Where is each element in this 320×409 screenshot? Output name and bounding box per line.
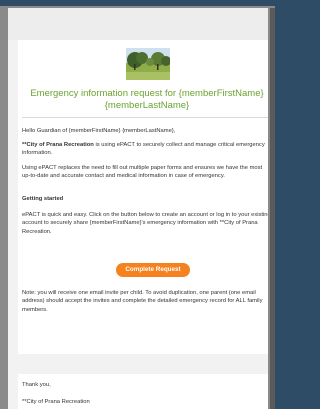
email-top-band (8, 8, 268, 40)
email-card: Emergency information request for {membe… (18, 40, 268, 409)
paragraph-forms: Using ePACT replaces the need to fill ou… (22, 165, 264, 180)
email-frame: Emergency information request for {membe… (0, 6, 275, 409)
hero-image (126, 48, 170, 80)
divider (22, 117, 268, 118)
org-name: **City of Prana Recreation (22, 142, 94, 148)
complete-request-button[interactable]: Complete Request (116, 263, 190, 277)
getting-started-heading: Getting started (22, 196, 64, 202)
greeting-text: Hello Guardian of {memberFirstName} {mem… (22, 128, 176, 134)
signature-text: **City of Prana Recreation (22, 399, 90, 405)
email-headline: Emergency information request for {membe… (30, 88, 264, 111)
intro-paragraph: **City of Prana Recreation is using ePAC… (22, 141, 268, 158)
scrollbar[interactable] (270, 8, 275, 409)
note-paragraph: Note: you will receive one email invite … (22, 290, 265, 313)
paragraph-quick: ePACT is quick and easy. Click on the bu… (22, 212, 268, 235)
email-viewport: Emergency information request for {membe… (8, 8, 268, 409)
footer-separator-band (18, 354, 268, 374)
thanks-text: Thank you, (22, 382, 51, 388)
